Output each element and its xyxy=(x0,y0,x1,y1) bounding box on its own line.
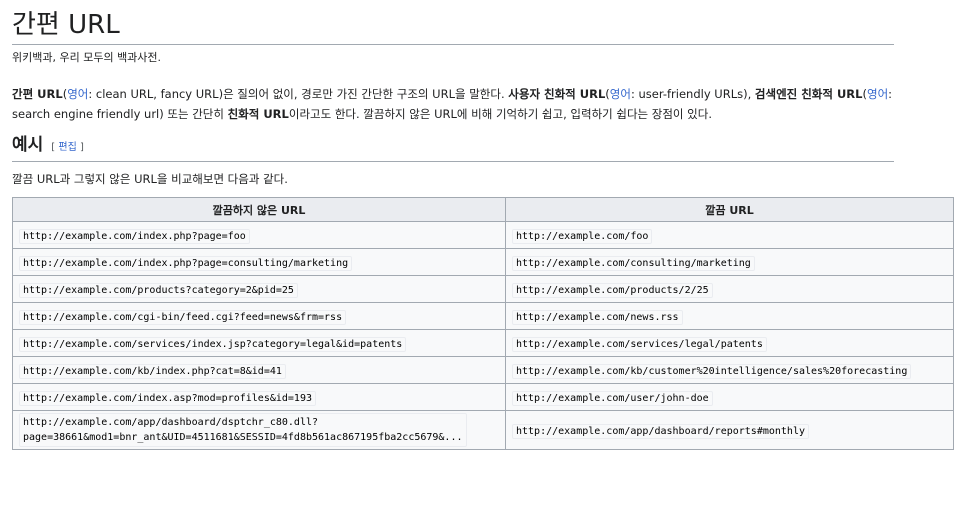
term-seo-friendly-url: 검색엔진 친화적 URL xyxy=(754,87,863,101)
unclean-url: http://example.com/app/dashboard/dsptchr… xyxy=(19,413,467,447)
clean-url-cell: http://example.com/kb/customer%20intelli… xyxy=(505,356,954,384)
clean-url-cell: http://example.com/products/2/25 xyxy=(505,275,954,303)
term-user-friendly-url: 사용자 친화적 URL xyxy=(508,87,606,101)
clean-url: http://example.com/app/dashboard/reports… xyxy=(512,423,809,439)
table-row: http://example.com/kb/index.php?cat=8&id… xyxy=(12,356,954,384)
term-friendly-url: 친화적 URL xyxy=(227,107,289,121)
lead-paragraph: 간편 URL(영어: clean URL, fancy URL)은 질의어 없이… xyxy=(12,87,893,121)
unclean-url: http://example.com/index.asp?mod=profile… xyxy=(19,390,316,406)
unclean-url-cell: http://example.com/services/index.jsp?ca… xyxy=(12,329,506,357)
lang-link-english[interactable]: 영어 xyxy=(610,87,631,101)
table-header-row: 깔끔하지 않은 URL 깔끔 URL xyxy=(12,197,954,222)
clean-url-cell: http://example.com/app/dashboard/reports… xyxy=(505,410,954,450)
table-row: http://example.com/index.php?page=foo ht… xyxy=(12,221,954,249)
clean-url-cell: http://example.com/consulting/marketing xyxy=(505,248,954,276)
term-clean-url: 간편 URL xyxy=(12,87,63,101)
unclean-url-cell: http://example.com/index.asp?mod=profile… xyxy=(12,383,506,411)
unclean-url-cell: http://example.com/app/dashboard/dsptchr… xyxy=(12,410,506,450)
clean-url: http://example.com/foo xyxy=(512,228,653,244)
lang-link-english[interactable]: 영어 xyxy=(867,87,888,101)
clean-url: http://example.com/news.rss xyxy=(512,309,683,325)
clean-url: http://example.com/user/john-doe xyxy=(512,390,713,406)
table-row: http://example.com/index.php?page=consul… xyxy=(12,248,954,276)
page-title: 간편 URL xyxy=(12,8,894,45)
clean-url: http://example.com/kb/customer%20intelli… xyxy=(512,363,912,379)
clean-url-cell: http://example.com/foo xyxy=(505,221,954,249)
column-header-clean-url: 깔끔 URL xyxy=(505,197,954,222)
clean-url: http://example.com/services/legal/patent… xyxy=(512,336,767,352)
article: 간편 URL 위키백과, 우리 모두의 백과사전. 간편 URL(영어: cle… xyxy=(0,0,966,506)
clean-url-cell: http://example.com/news.rss xyxy=(505,302,954,330)
clean-url-cell: http://example.com/user/john-doe xyxy=(505,383,954,411)
edit-link[interactable]: 편집 xyxy=(58,142,76,153)
column-header-unclean-url: 깔끔하지 않은 URL xyxy=(12,197,506,222)
table-row: http://example.com/index.asp?mod=profile… xyxy=(12,383,954,411)
clean-url: http://example.com/consulting/marketing xyxy=(512,255,755,271)
lang-link-english[interactable]: 영어 xyxy=(67,87,88,101)
unclean-url: http://example.com/products?category=2&p… xyxy=(19,282,298,298)
unclean-url-cell: http://example.com/products?category=2&p… xyxy=(12,275,506,303)
clean-url: http://example.com/products/2/25 xyxy=(512,282,713,298)
section-heading-examples: 예시[ 편집 ] xyxy=(12,134,894,162)
unclean-url-cell: http://example.com/kb/index.php?cat=8&id… xyxy=(12,356,506,384)
unclean-url: http://example.com/index.php?page=consul… xyxy=(19,255,353,271)
clean-url-cell: http://example.com/services/legal/patent… xyxy=(505,329,954,357)
unclean-url-cell: http://example.com/cgi-bin/feed.cgi?feed… xyxy=(12,302,506,330)
unclean-url-cell: http://example.com/index.php?page=foo xyxy=(12,221,506,249)
site-tagline: 위키백과, 우리 모두의 백과사전. xyxy=(12,51,162,64)
table-row: http://example.com/cgi-bin/feed.cgi?feed… xyxy=(12,302,954,330)
unclean-url-cell: http://example.com/index.php?page=consul… xyxy=(12,248,506,276)
url-comparison-table: 깔끔하지 않은 URL 깔끔 URL http://example.com/in… xyxy=(12,197,954,450)
section-intro: 깔끔 URL과 그렇지 않은 URL을 비교해보면 다음과 같다. xyxy=(12,172,288,186)
unclean-url: http://example.com/index.php?page=foo xyxy=(19,228,250,244)
unclean-url: http://example.com/cgi-bin/feed.cgi?feed… xyxy=(19,309,347,325)
unclean-url: http://example.com/services/index.jsp?ca… xyxy=(19,336,407,352)
table-row: http://example.com/services/index.jsp?ca… xyxy=(12,329,954,357)
unclean-url: http://example.com/kb/index.php?cat=8&id… xyxy=(19,363,286,379)
table-row: http://example.com/app/dashboard/dsptchr… xyxy=(12,410,954,450)
table-row: http://example.com/products?category=2&p… xyxy=(12,275,954,303)
edit-section: [ 편집 ] xyxy=(51,142,84,153)
